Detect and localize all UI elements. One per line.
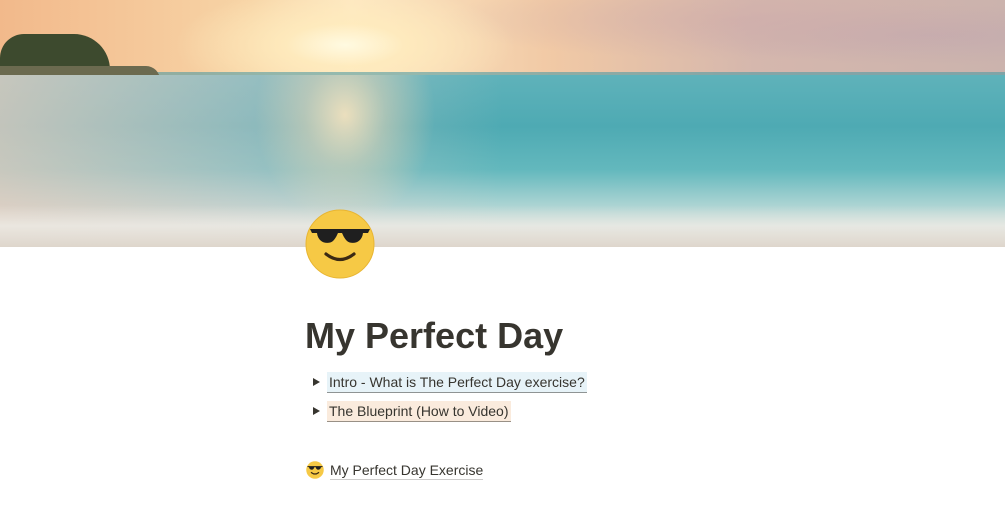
toggle-label[interactable]: The Blueprint (How to Video) — [327, 400, 511, 422]
toggle-block-intro[interactable]: Intro - What is The Perfect Day exercise… — [305, 368, 925, 396]
cover-foam — [0, 205, 1005, 247]
toggle-triangle-icon[interactable] — [305, 406, 327, 416]
toggle-block-blueprint[interactable]: The Blueprint (How to Video) — [305, 397, 925, 425]
toggle-triangle-icon[interactable] — [305, 377, 327, 387]
smiling-face-with-sunglasses-icon[interactable] — [305, 209, 375, 279]
page-link-block[interactable]: My Perfect Day Exercise — [305, 457, 925, 483]
cover-island — [0, 20, 160, 80]
cover-image[interactable] — [0, 0, 1005, 247]
page-link-label[interactable]: My Perfect Day Exercise — [330, 461, 484, 480]
page-title[interactable]: My Perfect Day — [305, 310, 925, 362]
notion-page: My Perfect Day Intro - What is The Perfe… — [0, 0, 1005, 527]
smiling-face-with-sunglasses-icon — [306, 461, 324, 479]
toggle-list: Intro - What is The Perfect Day exercise… — [305, 368, 925, 425]
cover-trees — [0, 34, 110, 70]
toggle-label[interactable]: Intro - What is The Perfect Day exercise… — [327, 371, 587, 393]
page-content: My Perfect Day Intro - What is The Perfe… — [305, 310, 925, 483]
